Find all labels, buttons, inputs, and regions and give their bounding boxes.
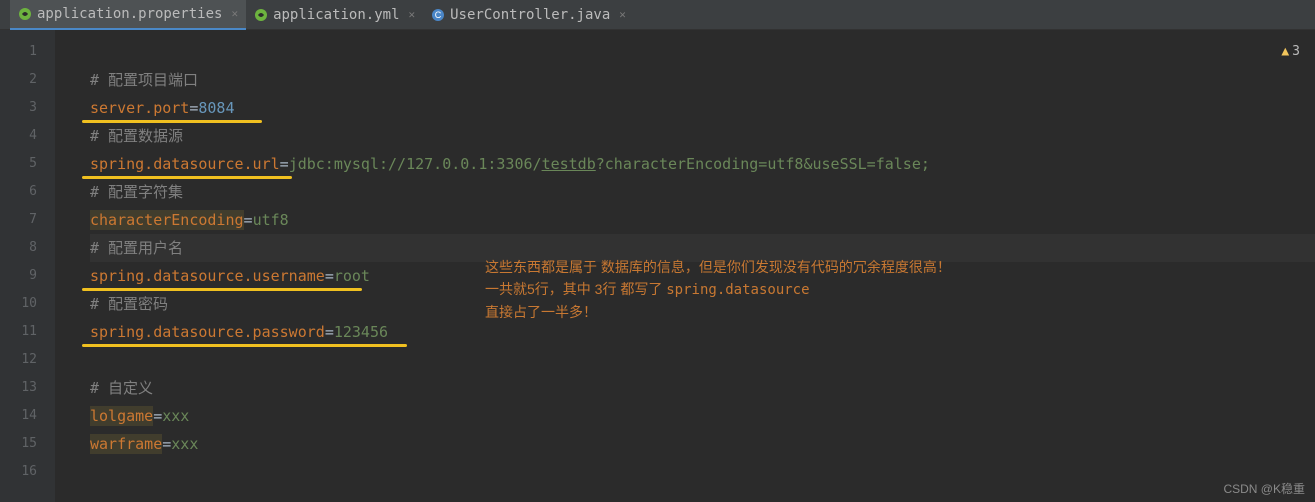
- svg-text:C: C: [435, 10, 442, 20]
- spring-icon: [18, 7, 32, 21]
- class-icon: C: [431, 8, 445, 22]
- code-line: # 配置项目端口: [90, 66, 1315, 94]
- tab-application-yml[interactable]: application.yml ✕: [246, 0, 423, 30]
- code-line: [90, 346, 1315, 374]
- code-line: # 配置数据源: [90, 122, 1315, 150]
- tab-label: UserController.java: [450, 7, 610, 23]
- tab-label: application.properties: [37, 6, 222, 22]
- editor-tabs: application.properties ✕ application.yml…: [0, 0, 1315, 30]
- code-line: # 配置字符集: [90, 178, 1315, 206]
- spring-icon: [254, 8, 268, 22]
- code-line: # 自定义: [90, 374, 1315, 402]
- code-line: server.port=8084: [90, 94, 1315, 122]
- code-line: characterEncoding=utf8: [90, 206, 1315, 234]
- code-line: lolgame=xxx: [90, 402, 1315, 430]
- close-icon[interactable]: ✕: [231, 7, 238, 20]
- tab-label: application.yml: [273, 7, 399, 23]
- code-line: [90, 458, 1315, 486]
- tab-usercontroller[interactable]: C UserController.java ✕: [423, 0, 634, 30]
- code-content[interactable]: ▲ 3 # 配置项目端口 server.port=8084 # 配置数据源 sp…: [55, 30, 1315, 502]
- close-icon[interactable]: ✕: [409, 8, 416, 21]
- code-line: [90, 38, 1315, 66]
- code-line: spring.datasource.url=jdbc:mysql://127.0…: [90, 150, 1315, 178]
- annotation-text: 这些东西都是属于 数据库的信息，但是你们发现没有代码的冗余程度很高！ 一共就5行…: [485, 256, 951, 323]
- code-editor[interactable]: 12345678 910111213141516 ▲ 3 # 配置项目端口 se…: [0, 30, 1315, 502]
- line-gutter: 12345678 910111213141516: [0, 30, 55, 502]
- close-icon[interactable]: ✕: [619, 8, 626, 21]
- tab-application-properties[interactable]: application.properties ✕: [10, 0, 246, 30]
- watermark: CSDN @K稳重: [1223, 480, 1305, 497]
- code-line: warframe=xxx: [90, 430, 1315, 458]
